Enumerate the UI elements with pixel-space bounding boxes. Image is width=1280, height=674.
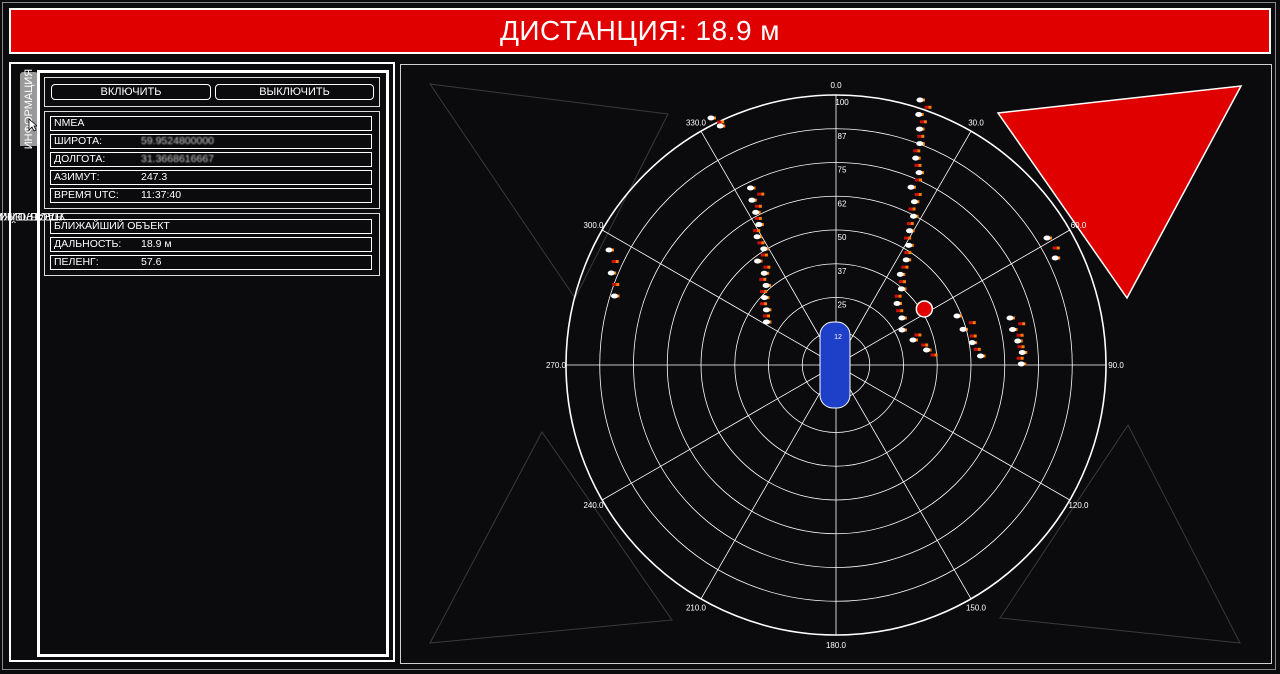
range-row: ДАЛЬНОСТЬ: 18.9 м [50, 237, 372, 252]
tab-control[interactable]: НАСТРОЙКИ УПРАВЛЕНИЕ [0, 146, 66, 286]
time-row: ВРЕМЯ UTC: 11:37:40 [50, 188, 372, 203]
azimuth-row: АЗИМУТ: 247.3 [50, 170, 372, 185]
bearing-value: 57.6 [141, 256, 162, 268]
tab-settings[interactable]: ИНФОРМАЦИЯ [20, 68, 38, 150]
tab-settings-label: ИНФОРМАЦИЯ [23, 68, 35, 150]
latitude-value: 59.9524800000 [141, 135, 214, 147]
range-value: 18.9 м [141, 238, 172, 250]
bearing-row: ПЕЛЕНГ: 57.6 [50, 255, 372, 270]
enable-button[interactable]: ВКЛЮЧИТЬ [51, 84, 211, 100]
nearest-heading: БЛИЖАЙШИЙ ОБЪЕКТ [50, 219, 372, 234]
latitude-row: ШИРОТА: 59.9524800000 [50, 134, 372, 149]
distance-header: ДИСТАНЦИЯ: 18.9 м [9, 8, 1271, 54]
distance-title: ДИСТАНЦИЯ: 18.9 м [499, 15, 781, 46]
range-label: ДАЛЬНОСТЬ: [54, 238, 122, 250]
time-value: 11:37:40 [141, 189, 182, 201]
longitude-row: ДОЛГОТА: 31.3668616667 [50, 152, 372, 167]
azimuth-label: АЗИМУТ: [54, 171, 100, 183]
side-tabs: ИНФОРМАЦИЯ НАСТРОЙКИ УПРАВЛЕНИЕ [0, 68, 66, 286]
bearing-label: ПЕЛЕНГ: [54, 256, 99, 268]
longitude-value: 31.3668616667 [141, 153, 214, 165]
disable-button[interactable]: ВЫКЛЮЧИТЬ [215, 84, 374, 100]
latitude-label: ШИРОТА: [54, 135, 103, 147]
nmea-heading: NMEA [50, 116, 372, 131]
time-label: ВРЕМЯ UTC: [54, 189, 119, 201]
azimuth-value: 247.3 [141, 171, 168, 183]
longitude-label: ДОЛГОТА: [54, 153, 106, 165]
radar-frame [400, 64, 1272, 664]
